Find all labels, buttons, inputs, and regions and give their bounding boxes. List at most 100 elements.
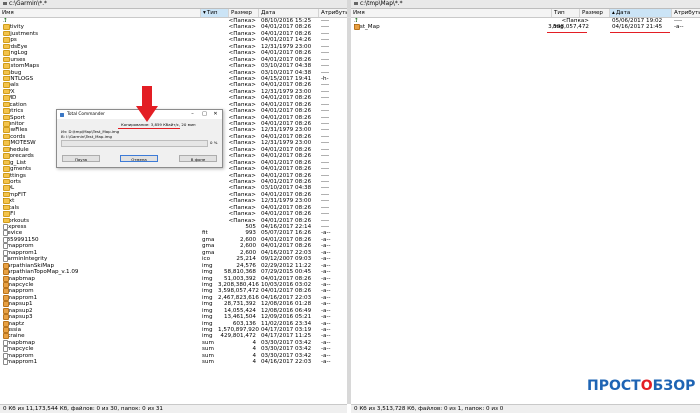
left-file-list[interactable]: ↑.. <Папка> 08/10/2016 15:25 ---- Activity <П… (0, 18, 347, 366)
cancel-button[interactable]: Отмена (120, 155, 158, 162)
right-header-date[interactable]: ▴Дата (609, 9, 671, 17)
folder-icon (3, 121, 10, 127)
file-attributes: -a-- (674, 24, 684, 31)
folder-icon (3, 114, 10, 121)
folder-icon (3, 146, 10, 153)
file-size: 3,598,057,472 (548, 24, 589, 31)
left-panel[interactable]: c:\Garmin\*.* Имя ▾Тип Размер Дата Атриб… (0, 0, 347, 404)
right-column-headers: Имя Тип Размер ▴Дата Атрибуты (351, 9, 700, 18)
right-panel[interactable]: c:\tmp\Map\*.* Имя Тип Размер ▴Дата Атри… (351, 0, 700, 404)
map-file-icon (3, 281, 9, 288)
folder-icon (3, 50, 10, 56)
folder-icon (3, 133, 10, 140)
minimize-icon[interactable]: – (187, 110, 198, 119)
map-file-icon (3, 269, 9, 276)
right-header-type[interactable]: Тип (551, 9, 579, 17)
folder-icon (3, 69, 10, 75)
right-file-list[interactable]: ↑.. <Папка> 05/06/2017 19:02 ---- Test_Map im… (351, 18, 700, 31)
file-icon (3, 359, 9, 366)
file-name: Test_Map (354, 24, 380, 31)
app-icon (60, 112, 64, 117)
file-icon (3, 249, 9, 256)
map-file-icon (3, 307, 9, 314)
annotation-underline-dialog (118, 128, 180, 130)
folder-icon (3, 172, 10, 178)
map-file-icon (3, 294, 9, 301)
folder-icon (3, 43, 10, 50)
drive-icon (3, 2, 7, 5)
left-header-type[interactable]: ▾Тип (200, 9, 228, 17)
folder-icon (3, 127, 10, 133)
pause-button[interactable]: Пауза (62, 155, 100, 162)
folder-icon (3, 217, 10, 224)
drive-icon (354, 2, 358, 5)
left-column-headers: Имя ▾Тип Размер Дата Атрибуты (0, 9, 347, 18)
left-header-attr[interactable]: Атрибуты (318, 9, 347, 17)
folder-icon (3, 140, 10, 146)
maximize-icon[interactable]: □ (199, 110, 210, 119)
right-header-attr[interactable]: Атрибуты (671, 9, 700, 17)
right-header-size[interactable]: Размер (579, 9, 609, 17)
copy-destination: В: I:\Garmin\Test_Map.img (61, 134, 112, 139)
folder-icon (3, 185, 10, 191)
file-attributes: -a-- (321, 359, 331, 366)
annotation-underline-right-date (610, 32, 670, 34)
annotation-underline-right-size (547, 32, 587, 34)
file-icon (3, 236, 9, 243)
map-file-icon (3, 333, 9, 340)
folder-icon (3, 191, 10, 198)
folder-icon (3, 63, 10, 69)
file-icon (3, 243, 9, 250)
file-size: 4 (252, 359, 256, 366)
folder-icon (3, 82, 10, 88)
folder-icon (3, 24, 10, 30)
right-header-name[interactable]: Имя (351, 9, 551, 17)
table-row[interactable]: gmapprom1 sum 4 04/16/2017 22:03 -a-- (0, 359, 347, 366)
left-status-bar: 0 Кб из 11,173,544 Кб, файлов: 0 из 30, … (0, 404, 347, 413)
folder-icon (3, 153, 10, 159)
file-icon (3, 346, 9, 353)
folder-icon (3, 198, 10, 204)
left-path-bar[interactable]: c:\Garmin\*.* (0, 0, 347, 9)
map-file-icon (3, 327, 9, 333)
right-path: c:\tmp\Map\*.* (360, 1, 403, 7)
left-header-date[interactable]: Дата (258, 9, 318, 17)
background-button[interactable]: В фоне (179, 155, 217, 162)
folder-icon (3, 30, 10, 37)
annotation-arrow-icon (136, 86, 158, 122)
left-header-size[interactable]: Размер (228, 9, 258, 17)
map-file-icon (3, 262, 9, 269)
map-file-icon (3, 301, 9, 308)
folder-icon (3, 204, 10, 211)
file-date: 04/16/2017 21:45 (612, 24, 663, 31)
map-file-icon (3, 320, 9, 327)
map-file-icon (3, 288, 9, 295)
right-path-bar[interactable]: c:\tmp\Map\*.* (351, 0, 700, 9)
folder-icon (3, 101, 10, 108)
map-file-icon (3, 275, 9, 282)
folder-icon (3, 166, 10, 172)
copy-speed-text: Копирование: 3,859 Кбайт/с, 20 мин (121, 122, 196, 127)
folder-icon (3, 95, 10, 101)
folder-icon (3, 56, 10, 63)
file-icon (3, 256, 9, 263)
folder-icon (3, 75, 10, 82)
file-date: 04/16/2017 22:03 (261, 359, 312, 366)
left-header-name[interactable]: Имя (0, 9, 200, 17)
folder-icon (3, 88, 10, 95)
folder-icon (3, 178, 10, 185)
prostoobzor-logo: ПРОСТОБЗОР (587, 378, 696, 394)
right-status-bar: 0 Кб из 3,513,728 Кб, файлов: 0 из 1, па… (351, 404, 700, 413)
close-icon[interactable]: ✕ (210, 110, 221, 119)
file-icon (3, 339, 9, 346)
map-file-icon (354, 24, 360, 31)
file-icon (3, 224, 9, 230)
folder-icon (3, 211, 10, 217)
file-name: gmapprom1 (3, 359, 38, 366)
folder-icon (3, 37, 10, 43)
file-type: sum (202, 359, 214, 366)
dialog-title: Total Commander (67, 112, 105, 117)
table-row[interactable]: Test_Map img 3,598,057,472 04/16/2017 21:45… (351, 24, 700, 31)
left-path: c:\Garmin\*.* (9, 1, 47, 7)
file-icon (3, 352, 9, 359)
